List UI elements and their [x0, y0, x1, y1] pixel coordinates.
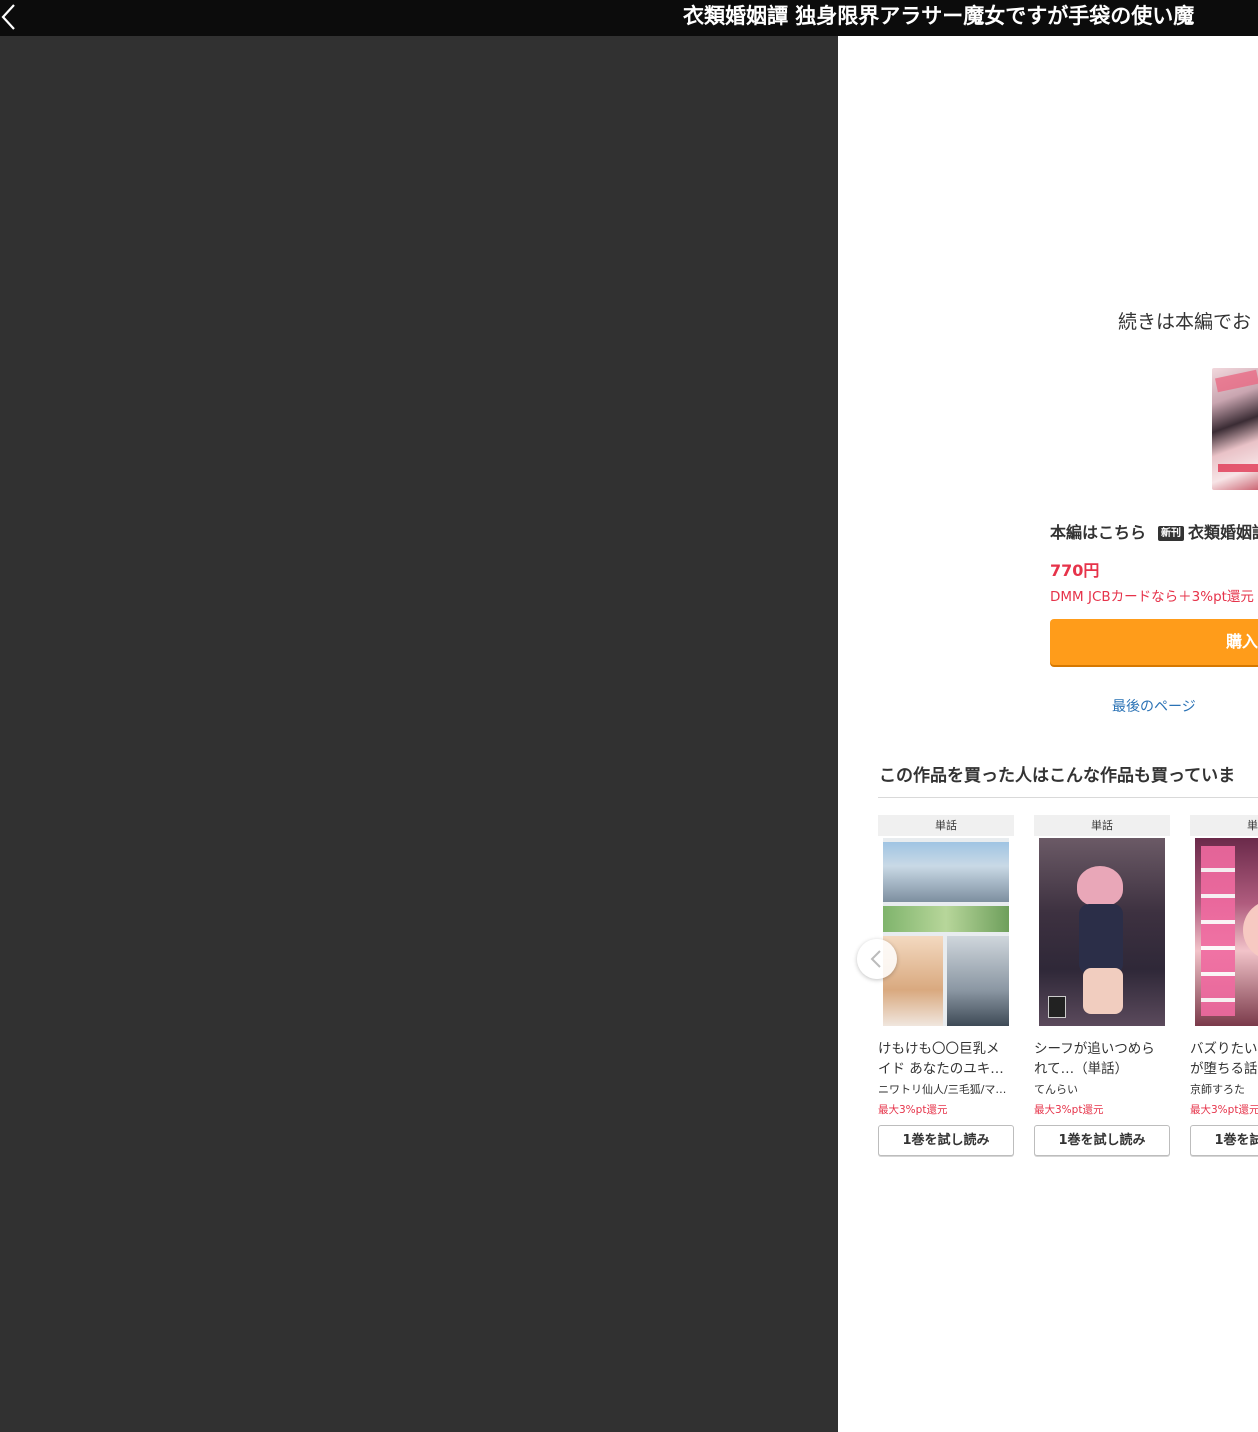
card-title-line: けもけも〇〇巨乳メ	[878, 1041, 1000, 1057]
cover-figure	[1077, 866, 1123, 906]
card-tag: 単話	[1034, 815, 1170, 836]
page-title: 衣類婚姻譚 独身限界アラサー魔女ですが手袋の使い魔	[683, 4, 1195, 28]
trial-read-button[interactable]: 1巻を試し読み	[878, 1125, 1014, 1156]
recommendation-card[interactable]: 単話 バズりたい が堕ちる話 京師すろた 最大3%pt還元 1巻を試し読み	[1190, 815, 1258, 1156]
main-volume-label: 本編はこちら	[1050, 523, 1147, 542]
card-title-line: バズりたい	[1190, 1041, 1258, 1057]
card-author[interactable]: ニワトリ仙人/三毛狐/マ…	[878, 1083, 1014, 1097]
trial-read-button[interactable]: 1巻を試し読み	[1034, 1125, 1170, 1156]
buy-button-label: 購入	[1226, 632, 1258, 651]
card-cover[interactable]	[1195, 838, 1258, 1026]
cover-figure	[1079, 904, 1123, 974]
card-point-note: 最大3%pt還元	[1190, 1104, 1258, 1116]
new-badge: 新刊	[1158, 526, 1185, 541]
card-title[interactable]: シーフが追いつめら れて…（単話）	[1034, 1039, 1170, 1079]
card-title[interactable]: けもけも〇〇巨乳メ イド あなたのユキ…	[878, 1039, 1014, 1079]
main-volume-row: 本編はこちら新刊衣類婚姻譚	[1050, 522, 1258, 544]
cover-panel	[947, 936, 1009, 1026]
last-page-link[interactable]: 最後のページ	[1112, 697, 1196, 717]
carousel-prev-button[interactable]	[857, 939, 897, 979]
main-volume-cover[interactable]	[1212, 368, 1258, 490]
end-of-preview-panel: 続きは本編でお 本編はこちら新刊衣類婚姻譚 770円 DMM JCBカードなら＋…	[838, 36, 1258, 1432]
card-tag: 単話	[878, 815, 1014, 836]
card-title-line: が堕ちる話	[1190, 1061, 1258, 1077]
recommendation-card[interactable]: 単話 けもけも〇〇巨乳メ イド あなたのユキ… ニワトリ仙人/三毛狐/マ… 最大…	[878, 815, 1014, 1156]
divider	[878, 797, 1258, 798]
card-author[interactable]: 京師すろた	[1190, 1083, 1258, 1097]
card-title-line: れて…（単話）	[1034, 1061, 1129, 1077]
card-title-line: シーフが追いつめら	[1034, 1041, 1155, 1057]
cover-title-art	[1215, 369, 1258, 393]
card-title[interactable]: バズりたい が堕ちる話	[1190, 1039, 1258, 1079]
cover-title-art	[1201, 846, 1235, 1016]
recommendations-heading: この作品を買った人はこんな作品も買っていま	[879, 766, 1236, 786]
chevron-left-icon	[870, 950, 881, 968]
jcb-point-note: DMM JCBカードなら＋3%pt還元	[1050, 589, 1254, 605]
card-point-note: 最大3%pt還元	[878, 1104, 948, 1116]
card-title-line: イド あなたのユキ…	[878, 1061, 1004, 1077]
cover-panel	[883, 906, 1009, 932]
continue-message: 続きは本編でお	[1118, 311, 1252, 333]
chevron-left-icon	[1, 4, 15, 30]
cover-figure	[1243, 900, 1258, 960]
card-cover[interactable]	[1039, 838, 1165, 1026]
card-author[interactable]: てんらい	[1034, 1083, 1170, 1097]
card-point-note: 最大3%pt還元	[1034, 1104, 1104, 1116]
back-button[interactable]	[0, 0, 26, 36]
card-tag: 単話	[1190, 815, 1258, 836]
cover-figure	[1083, 968, 1123, 1014]
cover-panel	[883, 842, 1009, 902]
trial-read-button[interactable]: 1巻を試し読み	[1190, 1125, 1258, 1156]
recommendation-card[interactable]: 単話 シーフが追いつめら れて…（単話） てんらい 最大3%pt還元 1巻を試し…	[1034, 815, 1170, 1156]
rating-mark	[1048, 996, 1066, 1018]
cover-subtitle-art	[1218, 464, 1258, 472]
card-cover[interactable]	[883, 838, 1009, 1026]
main-volume-title[interactable]: 衣類婚姻譚	[1188, 523, 1258, 542]
price: 770円	[1050, 561, 1100, 580]
buy-button[interactable]: 購入	[1050, 619, 1258, 665]
top-bar: 衣類婚姻譚 独身限界アラサー魔女ですが手袋の使い魔	[0, 0, 1258, 36]
